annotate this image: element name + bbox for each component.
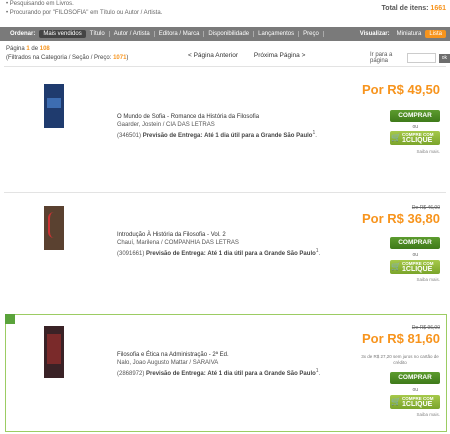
- total-value: 1661: [430, 5, 446, 12]
- tab-editora[interactable]: Editora / Marca: [155, 31, 205, 37]
- footnote-marker: 1: [315, 248, 319, 254]
- more-info-link[interactable]: Saiba mais.: [416, 412, 440, 417]
- view-list[interactable]: Lista: [425, 30, 446, 38]
- cart-icon: 🛒: [391, 262, 401, 271]
- page-info: Página 1 de 108 (Filtrados na Categoria …: [6, 45, 128, 63]
- cart-icon: 🛒: [391, 133, 401, 142]
- tab-lancamentos[interactable]: Lançamentos: [254, 31, 300, 37]
- delivery-text: Até 1 dia útil para a Grande São Paulo: [207, 371, 316, 377]
- tab-autor[interactable]: Autor / Artista: [110, 31, 155, 37]
- oneclick-big: 1CLIQUE: [402, 401, 433, 408]
- buy-button[interactable]: COMPRAR: [390, 372, 440, 384]
- goto-page: Ir para a página ok: [370, 52, 450, 64]
- page-number: 1: [26, 46, 30, 52]
- tab-mais-vendidos[interactable]: Mais vendidos: [39, 30, 86, 38]
- footnote-marker: 1: [315, 368, 319, 374]
- sort-toolbar: Ordenar: Mais vendidos Título Autor / Ar…: [0, 27, 450, 41]
- tab-preco[interactable]: Preço: [299, 31, 324, 37]
- tab-titulo[interactable]: Título: [86, 31, 110, 37]
- criteria-line: Procurando por "FILOSOFIA" em Título ou …: [6, 9, 163, 18]
- installments: 3x de R$ 27,20 sem juros no cartão de cr…: [361, 354, 439, 365]
- product-code: (346501): [117, 133, 142, 139]
- featured-icon: [5, 314, 15, 324]
- filtered-suffix: ): [126, 55, 129, 61]
- delivery-text: Até 1 dia útil para a Grande São Paulo: [204, 133, 313, 139]
- or-label: ou: [412, 387, 418, 393]
- product-author: Nalo, Joao Augusto Mattar / SARAIVA: [117, 360, 219, 366]
- view-label: Visualizar:: [359, 31, 390, 37]
- tab-disponibilidade[interactable]: Disponibilidade: [204, 31, 255, 37]
- buy-button[interactable]: COMPRAR: [390, 110, 440, 122]
- view-thumbnail[interactable]: Miniatura: [393, 31, 426, 37]
- of-word: de: [31, 46, 39, 52]
- delivery-label: Previsão de Entrega:: [146, 371, 206, 377]
- buy-button[interactable]: COMPRAR: [390, 237, 440, 249]
- filtered-prefix: (Filtrados na Categoria / Seção / Preço:: [6, 55, 112, 61]
- book-cover[interactable]: [44, 326, 64, 378]
- book-cover[interactable]: [44, 206, 64, 250]
- oneclick-big: 1CLIQUE: [402, 266, 433, 273]
- one-click-button[interactable]: 🛒 COMPRE COM 1CLIQUE: [390, 395, 440, 409]
- product-info: Filosofia e Ética na Administração - 2ª …: [117, 351, 332, 378]
- one-click-button[interactable]: 🛒 COMPRE COM 1CLIQUE: [390, 260, 440, 274]
- product-author: Chauí, Marilena / COMPANHIA DAS LETRAS: [117, 240, 239, 246]
- product-price: Por R$ 81,60: [361, 331, 440, 346]
- page-word: Página: [6, 46, 25, 52]
- product-title[interactable]: Introdução À História da Filosofia - Vol…: [117, 231, 332, 239]
- product-price: Por R$ 36,80: [361, 211, 440, 226]
- goto-ok-button[interactable]: ok: [438, 53, 450, 63]
- page-navigation: < Página Anterior Próxima Página >: [188, 52, 319, 59]
- delivery-label: Previsão de Entrega:: [146, 251, 206, 257]
- product-info: Introdução À História da Filosofia - Vol…: [117, 231, 332, 258]
- goto-label: Ir para a página: [370, 52, 393, 64]
- sort-label: Ordenar:: [10, 31, 36, 37]
- goto-page-input[interactable]: [407, 53, 436, 63]
- page-total: 108: [39, 46, 50, 52]
- product-author: Gaarder, Jostein / CIA DAS LETRAS: [117, 122, 215, 128]
- product-code: (3091661): [117, 251, 145, 257]
- product-title[interactable]: O Mundo de Sofia - Romance da História d…: [117, 113, 332, 121]
- product-price: Por R$ 49,50: [361, 82, 440, 97]
- total-label: Total de itens:: [381, 5, 429, 12]
- filtered-count: 1071: [113, 55, 127, 61]
- or-label: ou: [412, 252, 418, 258]
- divider: [4, 192, 446, 193]
- divider: [4, 66, 446, 67]
- more-info-link[interactable]: Saiba mais.: [416, 277, 440, 282]
- next-page-link[interactable]: Próxima Página >: [254, 52, 306, 59]
- footnote-marker: 1: [312, 130, 316, 136]
- oneclick-big: 1CLIQUE: [402, 137, 433, 144]
- more-info-link[interactable]: Saiba mais.: [416, 149, 440, 154]
- or-label: ou: [412, 124, 418, 130]
- cart-icon: 🛒: [391, 397, 401, 406]
- one-click-button[interactable]: 🛒 COMPRE COM 1CLIQUE: [390, 131, 440, 145]
- previous-page-link[interactable]: < Página Anterior: [188, 52, 238, 59]
- total-items: Total de itens: 1661: [382, 5, 446, 12]
- product-info: O Mundo de Sofia - Romance da História d…: [117, 113, 332, 140]
- product-title[interactable]: Filosofia e Ética na Administração - 2ª …: [117, 351, 332, 359]
- book-cover[interactable]: [44, 84, 64, 128]
- delivery-label: Previsão de Entrega:: [142, 133, 203, 139]
- search-criteria: Pesquisando em Livros. Procurando por "F…: [6, 0, 163, 18]
- criteria-line: Pesquisando em Livros.: [6, 0, 162, 9]
- product-code: (2868972): [117, 371, 145, 377]
- delivery-text: Até 1 dia útil para a Grande São Paulo: [207, 251, 316, 257]
